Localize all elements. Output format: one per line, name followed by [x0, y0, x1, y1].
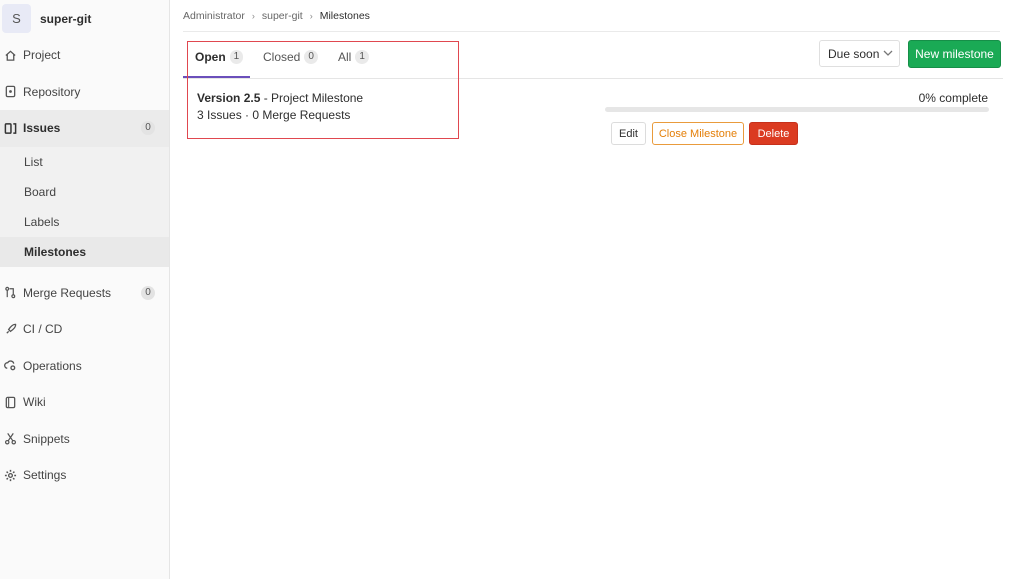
- sidebar-item-label: Merge Requests: [23, 285, 112, 300]
- sidebar-item-project[interactable]: Project: [0, 37, 169, 74]
- sidebar-item-label: Operations: [23, 358, 82, 373]
- sidebar-subitem-list[interactable]: List: [0, 147, 169, 177]
- sidebar-item-ci-cd[interactable]: CI / CD: [0, 311, 169, 348]
- merge-requests-count-badge: 0: [141, 285, 155, 300]
- sidebar-subitem-board[interactable]: Board: [0, 177, 169, 207]
- sidebar-item-label: Repository: [23, 84, 81, 99]
- sidebar-item-merge-requests[interactable]: Merge Requests 0: [0, 275, 169, 312]
- sidebar-subitem-labels[interactable]: Labels: [0, 207, 169, 237]
- sidebar-item-label: Snippets: [23, 431, 70, 446]
- milestone-scope: - Project Milestone: [263, 91, 364, 105]
- milestone-progress-bar: [605, 107, 989, 112]
- home-icon: [4, 49, 17, 62]
- milestone-row: Version 2.5 - Project Milestone 3 Issues…: [183, 0, 1003, 160]
- sidebar-item-operations[interactable]: Operations: [0, 348, 169, 385]
- sidebar-item-label: Project: [23, 48, 61, 63]
- project-avatar[interactable]: S: [2, 4, 31, 33]
- project-name[interactable]: super-git: [40, 12, 91, 26]
- sidebar-item-label: CI / CD: [23, 322, 63, 337]
- delete-milestone-button[interactable]: Delete: [749, 122, 798, 145]
- sidebar-item-snippets[interactable]: Snippets: [0, 421, 169, 458]
- merge-request-icon: [4, 286, 17, 299]
- sidebar-item-settings[interactable]: Settings: [0, 457, 169, 494]
- milestone-progress-text: 0% complete: [918, 91, 988, 105]
- doc-icon: [4, 85, 17, 98]
- rocket-icon: [4, 323, 17, 336]
- edit-milestone-button[interactable]: Edit: [611, 122, 646, 145]
- scissors-icon: [4, 432, 17, 445]
- cloud-gear-icon: [4, 359, 17, 372]
- sidebar-item-issues[interactable]: Issues 0: [0, 110, 169, 147]
- close-milestone-button[interactable]: Close Milestone: [652, 122, 744, 145]
- milestone-name[interactable]: Version 2.5: [197, 91, 260, 105]
- sidebar-item-label: Issues: [23, 121, 61, 136]
- sidebar-item-repository[interactable]: Repository: [0, 74, 169, 111]
- gear-icon: [4, 469, 17, 482]
- book-icon: [4, 396, 17, 409]
- sidebar: S super-git Project Repository Issues 0 …: [0, 0, 170, 579]
- issues-count-badge: 0: [141, 121, 155, 136]
- sidebar-subitem-milestones[interactable]: Milestones: [0, 236, 169, 267]
- project-header[interactable]: S super-git: [0, 0, 169, 37]
- milestone-title: Version 2.5 - Project Milestone: [197, 91, 363, 105]
- issues-subnav: List Board Labels Milestones: [0, 146, 169, 267]
- milestone-stats: 3 Issues · 0 Merge Requests: [197, 108, 351, 122]
- issues-icon: [4, 122, 17, 135]
- sidebar-item-wiki[interactable]: Wiki: [0, 384, 169, 421]
- sidebar-item-label: Wiki: [23, 395, 46, 410]
- sidebar-item-label: Settings: [23, 468, 67, 483]
